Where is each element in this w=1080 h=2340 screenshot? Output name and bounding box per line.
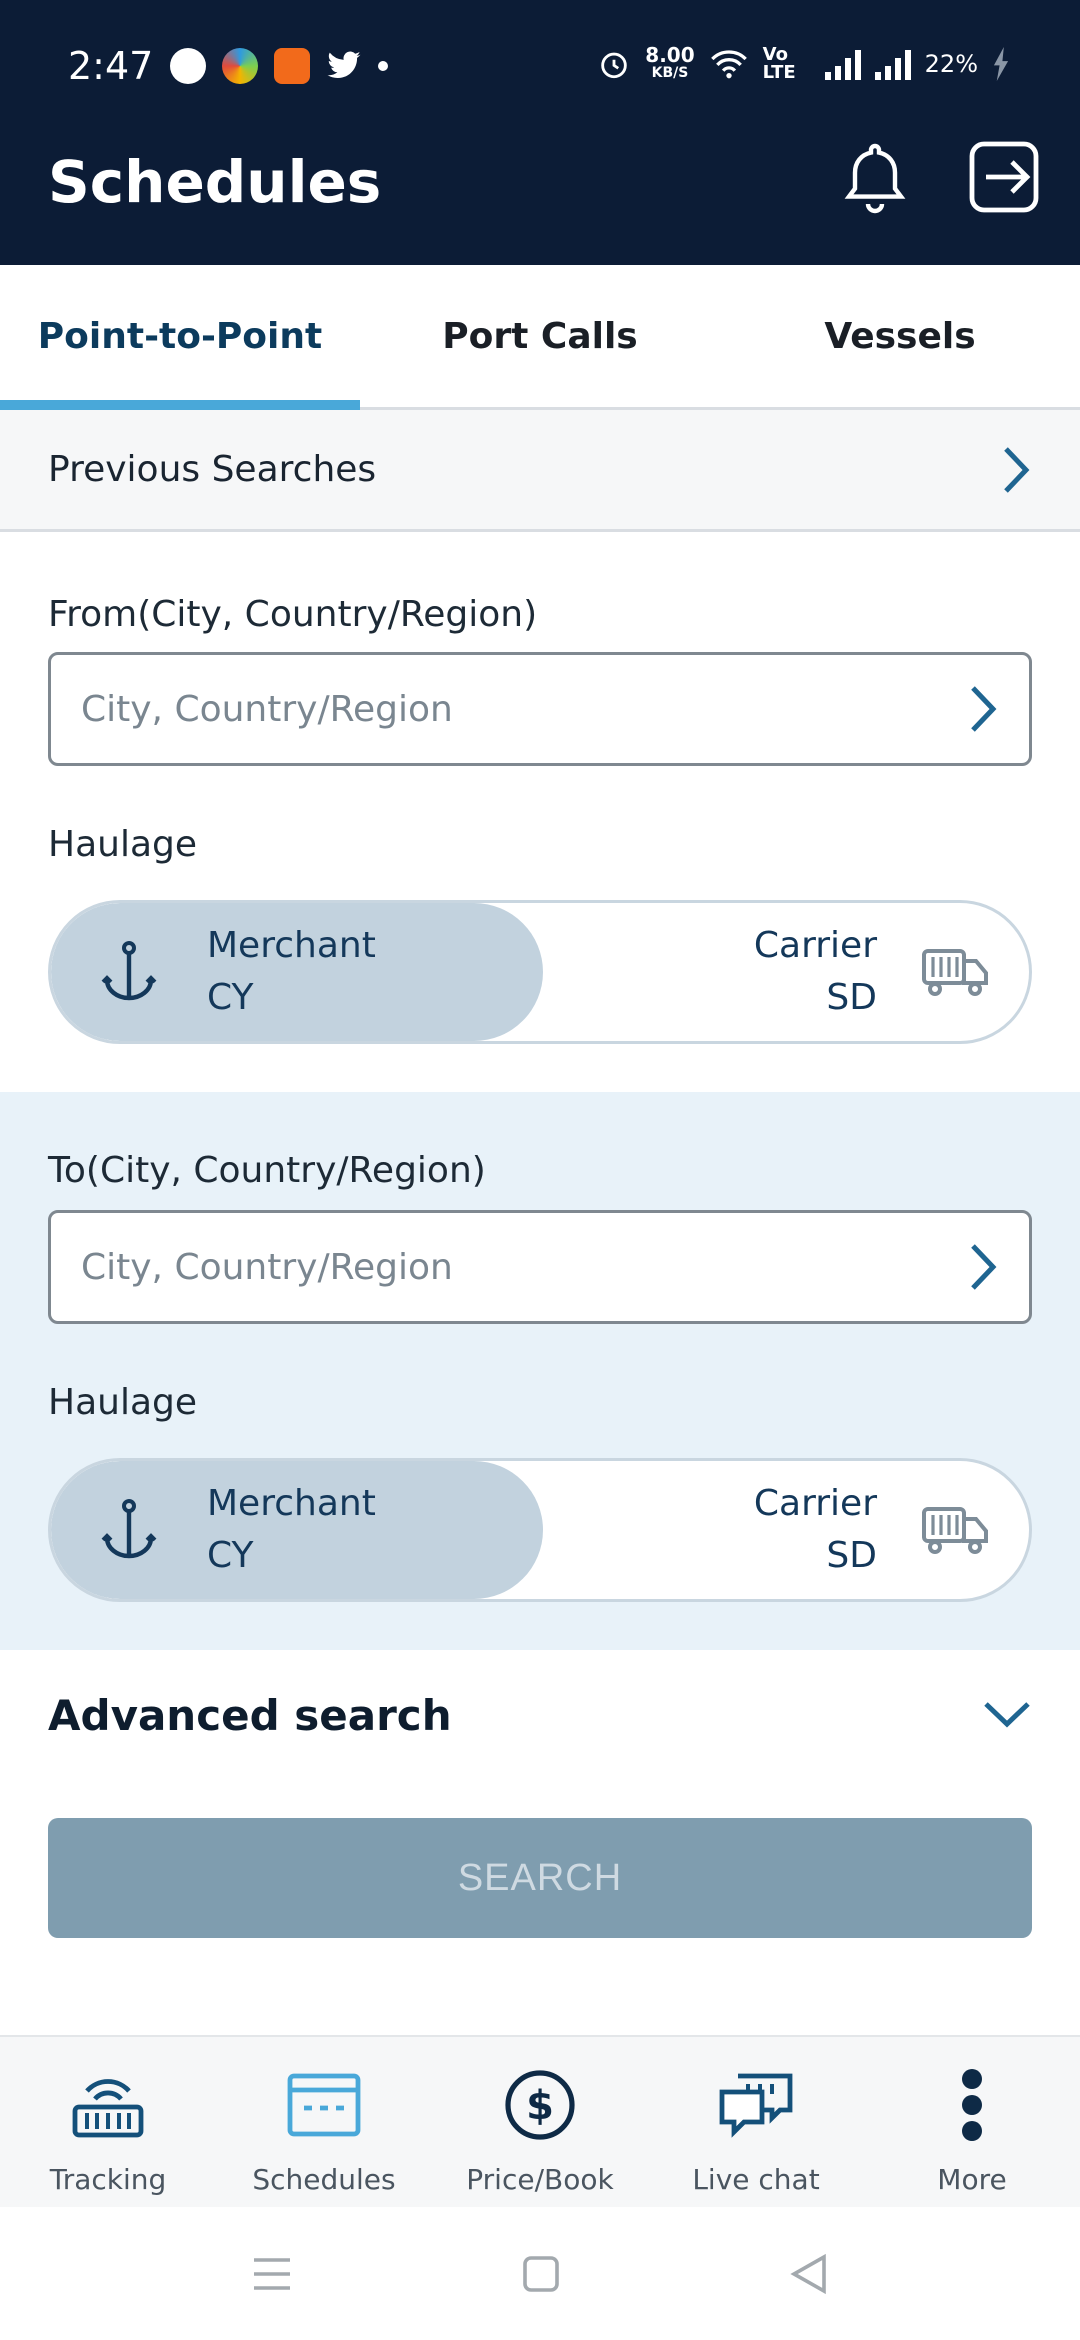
more-icon (962, 2069, 982, 2141)
to-placeholder: City, Country/Region (81, 1246, 453, 1288)
from-merchant-code: CY (207, 977, 254, 1018)
previous-searches-label: Previous Searches (48, 449, 377, 490)
status-bar: 2:47 8.00 KB/S Vo LTE 22% (0, 0, 1080, 130)
app-header: 2:47 8.00 KB/S Vo LTE 22% Schedules (0, 0, 1080, 265)
volte-indicator: Vo LTE (762, 44, 796, 83)
battery-percent: 22% (924, 50, 978, 78)
more-notifications-dot-icon (378, 61, 388, 71)
to-input[interactable]: City, Country/Region (48, 1210, 1032, 1324)
chat-icon (719, 2073, 793, 2138)
price-icon: $ (505, 2070, 575, 2140)
to-label: To(City, Country/Region) (48, 1150, 486, 1191)
status-right: 8.00 KB/S Vo LTE 22% (597, 43, 1010, 83)
svg-text:$: $ (526, 2083, 554, 2129)
from-carrier-text: Carrier (753, 925, 877, 966)
nav-live-chat[interactable]: Live chat (648, 2037, 864, 2207)
nav-schedules-label: Schedules (252, 2163, 396, 2196)
page-title: Schedules (48, 148, 382, 216)
to-haulage-toggle[interactable]: Merchant CY Carrier SD (48, 1458, 1032, 1602)
from-merchant-text: Merchant (207, 925, 376, 966)
from-section: From(City, Country/Region) City, Country… (0, 532, 1080, 1092)
message-notification-icon (170, 48, 206, 84)
home-icon[interactable] (522, 2255, 560, 2293)
charging-icon (993, 47, 1009, 81)
chevron-right-icon (971, 686, 997, 732)
nav-schedules[interactable]: Schedules (216, 2037, 432, 2207)
search-button[interactable]: SEARCH (48, 1818, 1032, 1938)
back-icon[interactable] (790, 2253, 828, 2295)
tab-vessels[interactable]: Vessels (720, 265, 1080, 407)
chevron-right-icon (1004, 446, 1030, 493)
signal-icon-2 (874, 48, 911, 80)
from-merchant-option[interactable]: Merchant CY (101, 903, 376, 1041)
to-carrier-text: Carrier (753, 1483, 877, 1524)
nav-price-book[interactable]: $ Price/Book (432, 2037, 648, 2207)
nav-live-chat-label: Live chat (692, 2163, 820, 2196)
truck-icon (922, 1507, 988, 1554)
nav-more-label: More (937, 2163, 1007, 2196)
logout-icon[interactable] (968, 140, 1040, 214)
status-time: 2:47 (68, 44, 154, 88)
anchor-icon (101, 1499, 157, 1559)
from-placeholder: City, Country/Region (81, 688, 453, 730)
chevron-right-icon (971, 1244, 997, 1290)
from-carrier-option[interactable]: Carrier SD (754, 903, 989, 1041)
tab-bar: Point-to-Point Port Calls Vessels (0, 265, 1080, 410)
network-speed: 8.00 KB/S (645, 43, 695, 81)
menu-icon[interactable] (252, 2256, 292, 2292)
truck-icon (922, 949, 988, 996)
system-nav-bar (0, 2207, 1080, 2340)
advanced-search-label: Advanced search (48, 1690, 452, 1740)
notification-icons (170, 48, 388, 84)
mi-app-notification-icon (274, 48, 310, 84)
chevron-down-icon (984, 1702, 1030, 1728)
twitter-icon (327, 51, 361, 79)
to-section: To(City, Country/Region) City, Country/R… (0, 1092, 1080, 1650)
tab-point-to-point[interactable]: Point-to-Point (0, 265, 360, 410)
advanced-search-row[interactable]: Advanced search (0, 1650, 1080, 1780)
to-haulage-label: Haulage (48, 1382, 198, 1423)
to-merchant-option[interactable]: Merchant CY (101, 1461, 376, 1599)
from-haulage-label: Haulage (48, 824, 198, 865)
bell-icon[interactable] (842, 140, 908, 216)
browser-notification-icon (222, 48, 258, 84)
signal-icon-1 (824, 48, 861, 80)
to-merchant-code: CY (207, 1535, 254, 1576)
anchor-icon (101, 941, 157, 1001)
bottom-nav: Tracking Schedules $ Price/Book Live cha… (0, 2035, 1080, 2207)
wifi-icon (710, 50, 747, 79)
previous-searches-row[interactable]: Previous Searches (0, 410, 1080, 532)
nav-tracking[interactable]: Tracking (0, 2037, 216, 2207)
alarm-icon (601, 52, 628, 79)
to-carrier-code: SD (826, 1535, 877, 1576)
tab-port-calls[interactable]: Port Calls (360, 265, 720, 407)
tracking-icon (72, 2079, 144, 2138)
to-merchant-text: Merchant (207, 1483, 376, 1524)
schedules-icon (287, 2073, 361, 2137)
nav-more[interactable]: More (864, 2037, 1080, 2207)
from-carrier-code: SD (826, 977, 877, 1018)
header-actions (842, 140, 1040, 216)
nav-tracking-label: Tracking (49, 2163, 167, 2196)
nav-price-book-label: Price/Book (466, 2163, 614, 2196)
from-haulage-toggle[interactable]: Merchant CY Carrier SD (48, 900, 1032, 1044)
from-input[interactable]: City, Country/Region (48, 652, 1032, 766)
to-carrier-option[interactable]: Carrier SD (754, 1461, 989, 1599)
from-label: From(City, Country/Region) (48, 594, 538, 635)
